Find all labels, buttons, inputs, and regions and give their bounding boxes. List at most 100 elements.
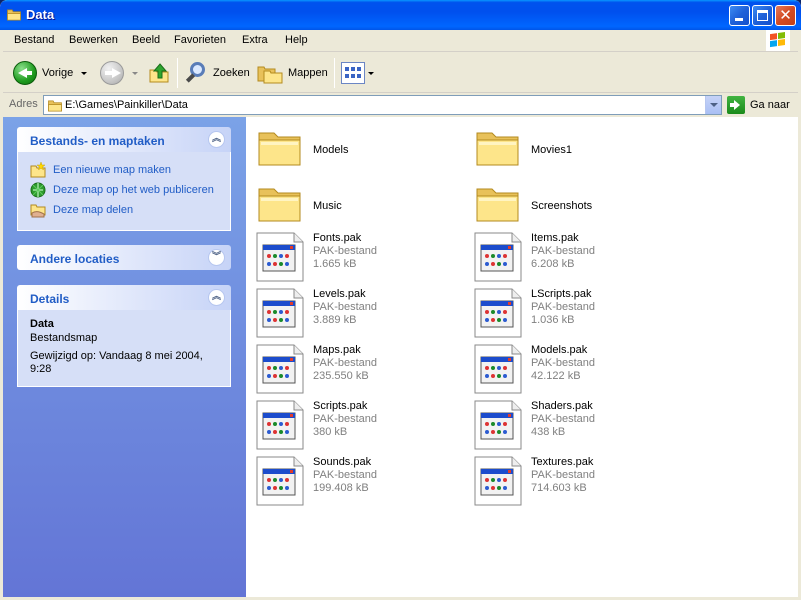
maximize-icon [757, 10, 768, 21]
go-label: Ga naar [750, 99, 790, 111]
forward-dropdown-icon[interactable] [132, 71, 138, 75]
file-item[interactable]: Maps.pak PAK-bestand 235.550 kB [256, 344, 466, 396]
task-publish-web[interactable]: Deze map op het web publiceren [30, 180, 218, 200]
publish-web-icon [30, 182, 46, 198]
go-arrow-icon [727, 96, 745, 114]
item-size: 714.603 kB [531, 482, 587, 494]
maximize-button[interactable] [752, 5, 773, 26]
task-label: Deze map op het web publiceren [53, 184, 214, 196]
item-size: 235.550 kB [313, 370, 369, 382]
folder-icon [6, 8, 22, 21]
up-button[interactable] [148, 59, 170, 87]
pak-file-icon [474, 400, 522, 450]
item-name: Textures.pak [531, 456, 594, 468]
minimize-icon [735, 18, 743, 21]
search-label: Zoeken [213, 67, 250, 79]
folder-icon [256, 123, 304, 171]
menu-extra[interactable]: Extra [242, 34, 268, 46]
menu-bestand[interactable]: Bestand [14, 34, 54, 46]
address-dropdown-icon[interactable] [705, 96, 721, 114]
window-title: Data [26, 7, 55, 22]
item-type: PAK-bestand [313, 357, 378, 369]
menu-beeld[interactable]: Beeld [132, 34, 160, 46]
back-arrow-icon [13, 61, 37, 85]
item-name: Fonts.pak [313, 232, 362, 244]
views-button[interactable] [341, 59, 374, 87]
search-icon [184, 61, 208, 85]
file-view: Models Movies1 Music Screenshots Fonts.p… [246, 117, 798, 597]
panel-body: Een nieuwe map maken Deze map op het web… [17, 152, 231, 231]
minimize-button[interactable] [729, 5, 750, 26]
task-label: Een nieuwe map maken [53, 164, 172, 176]
menu-favorieten[interactable]: Favorieten [174, 34, 226, 46]
folder-icon [256, 179, 304, 227]
forward-button[interactable] [100, 59, 138, 87]
toolbar: Vorige Zoeken Mappen [3, 53, 798, 93]
collapse-icon[interactable]: ︽ [208, 289, 225, 306]
other-places-panel: Andere locaties ︾ [17, 245, 231, 270]
item-name: Scripts.pak [313, 400, 368, 412]
file-item[interactable]: Levels.pak PAK-bestand 3.889 kB [256, 288, 466, 340]
menu-help[interactable]: Help [285, 34, 308, 46]
pak-file-icon [474, 456, 522, 506]
item-type: PAK-bestand [531, 245, 596, 257]
file-item[interactable]: Textures.pak PAK-bestand 714.603 kB [474, 456, 684, 508]
search-button[interactable]: Zoeken [184, 59, 250, 87]
item-name: Models.pak [531, 344, 588, 356]
folder-item[interactable]: Movies1 [474, 123, 684, 175]
close-button[interactable]: ✕ [775, 5, 796, 26]
panel-title: Andere locaties [30, 252, 120, 266]
address-label: Adres [9, 98, 38, 110]
folders-label: Mappen [288, 67, 328, 79]
item-size: 438 kB [531, 426, 566, 438]
file-item[interactable]: LScripts.pak PAK-bestand 1.036 kB [474, 288, 684, 340]
item-size: 199.408 kB [313, 482, 369, 494]
item-name: Shaders.pak [531, 400, 593, 412]
task-share-folder[interactable]: Deze map delen [30, 200, 218, 220]
panel-header[interactable]: Bestands- en maptaken ︽ [17, 127, 231, 152]
views-dropdown-icon [368, 71, 374, 75]
panel-body: Data Bestandsmap Gewijzigd op: Vandaag 8… [17, 310, 231, 387]
title-bar[interactable]: Data ✕ [0, 0, 801, 30]
task-label: Deze map delen [53, 204, 134, 216]
item-name: Items.pak [531, 232, 579, 244]
pak-file-icon [256, 232, 304, 282]
panel-title: Details [30, 292, 70, 306]
item-name: Sounds.pak [313, 456, 372, 468]
menu-bewerken[interactable]: Bewerken [69, 34, 118, 46]
details-type: Bestandsmap [30, 332, 98, 344]
collapse-icon[interactable]: ︽ [208, 131, 225, 148]
file-item[interactable]: Models.pak PAK-bestand 42.122 kB [474, 344, 684, 396]
address-bar: Adres E:\Games\Painkiller\Data Ga naar [3, 94, 798, 116]
item-type: PAK-bestand [531, 413, 596, 425]
folder-up-icon [149, 63, 169, 83]
file-item[interactable]: Scripts.pak PAK-bestand 380 kB [256, 400, 466, 452]
folders-button[interactable]: Mappen [257, 59, 328, 87]
pak-file-icon [474, 344, 522, 394]
toolbar-separator [177, 58, 178, 88]
toolbar-separator [334, 58, 335, 88]
folder-item[interactable]: Models [256, 123, 466, 175]
expand-icon[interactable]: ︾ [208, 249, 225, 266]
pak-file-icon [256, 344, 304, 394]
pak-file-icon [474, 288, 522, 338]
folder-item[interactable]: Screenshots [474, 179, 684, 231]
panel-title: Bestands- en maptaken [30, 134, 165, 148]
file-item[interactable]: Sounds.pak PAK-bestand 199.408 kB [256, 456, 466, 508]
share-folder-icon [30, 204, 46, 218]
go-button[interactable]: Ga naar [727, 95, 795, 115]
folder-icon [47, 99, 63, 112]
panel-header[interactable]: Details ︽ [17, 285, 231, 310]
back-dropdown-icon[interactable] [81, 71, 88, 75]
address-input[interactable]: E:\Games\Painkiller\Data [43, 95, 722, 115]
views-icon [341, 62, 365, 84]
file-item[interactable]: Shaders.pak PAK-bestand 438 kB [474, 400, 684, 452]
back-button[interactable]: Vorige [13, 59, 88, 87]
folder-item[interactable]: Music [256, 179, 466, 231]
file-item[interactable]: Fonts.pak PAK-bestand 1.665 kB [256, 232, 466, 284]
task-pane: Bestands- en maptaken ︽ Een nieuwe map m… [3, 117, 246, 597]
file-item[interactable]: Items.pak PAK-bestand 6.208 kB [474, 232, 684, 284]
pak-file-icon [256, 288, 304, 338]
panel-header[interactable]: Andere locaties ︾ [17, 245, 231, 270]
task-new-folder[interactable]: Een nieuwe map maken [30, 160, 218, 180]
